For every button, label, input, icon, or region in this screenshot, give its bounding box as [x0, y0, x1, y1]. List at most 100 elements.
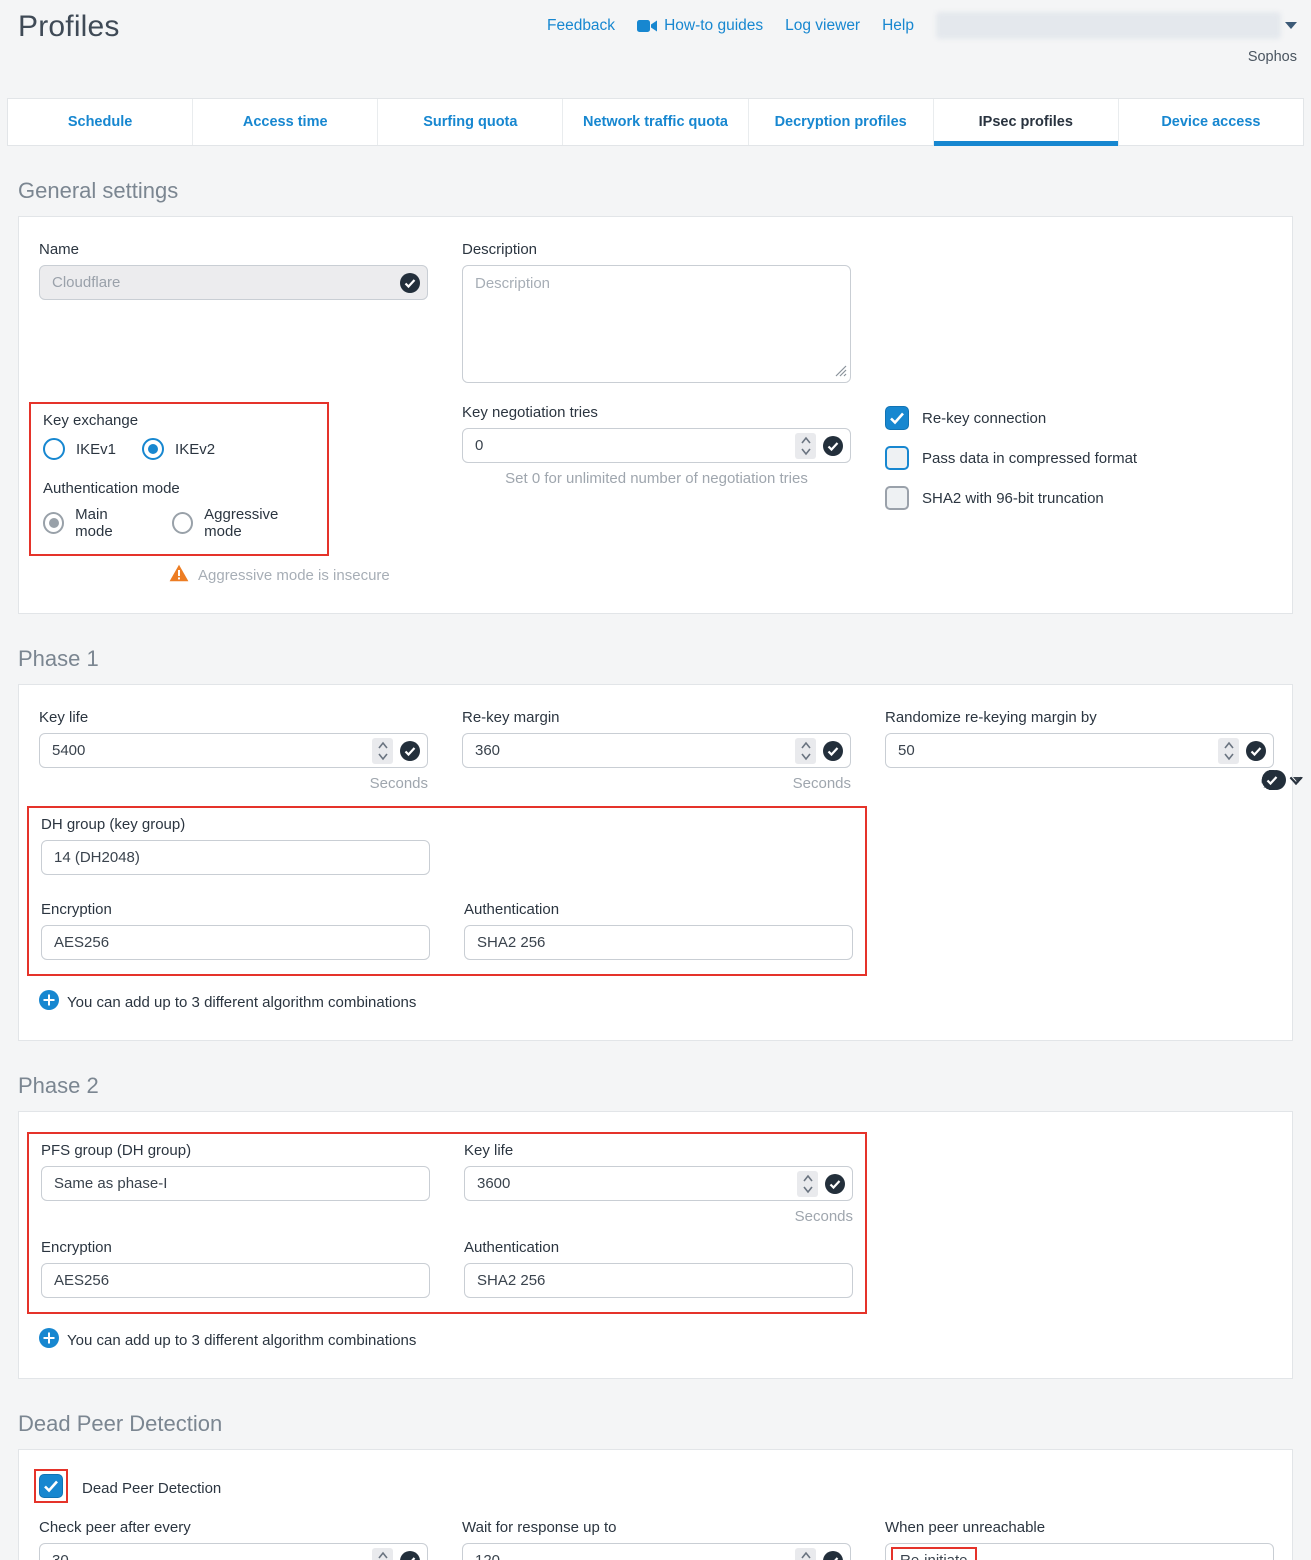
- highlight-box-reinitiate: Re-initiate: [891, 1547, 977, 1560]
- tab-decryption-profiles[interactable]: Decryption profiles: [749, 99, 934, 145]
- name-input[interactable]: [39, 265, 428, 300]
- p1-encryption-label: Encryption: [41, 901, 430, 918]
- p1-rekey-margin-unit: Seconds: [462, 775, 851, 792]
- dpd-enable-label: Dead Peer Detection: [82, 1480, 221, 1497]
- p1-randomize-input[interactable]: [885, 733, 1274, 768]
- phase1-heading: Phase 1: [18, 646, 1293, 672]
- p2-pfs-group-label: PFS group (DH group): [41, 1142, 430, 1159]
- number-stepper[interactable]: [795, 1548, 816, 1560]
- radio-selected-icon: [142, 438, 164, 460]
- check-badge-icon: [825, 1174, 845, 1194]
- check-badge-icon: [400, 1551, 420, 1560]
- dpd-wait-response-label: Wait for response up to: [462, 1519, 851, 1536]
- plus-icon: [39, 1328, 59, 1352]
- rekey-connection-checkbox-row[interactable]: Re-key connection: [885, 406, 1274, 430]
- aggressive-mode-warning: Aggressive mode is insecure: [198, 567, 390, 584]
- number-stepper[interactable]: [797, 1171, 818, 1197]
- p1-rekey-margin-input[interactable]: [462, 733, 851, 768]
- check-badge-icon: [823, 741, 843, 761]
- p2-add-combination[interactable]: You can add up to 3 different algorithm …: [39, 1328, 1272, 1352]
- check-badge-icon: [1246, 741, 1266, 761]
- dpd-panel: Dead Peer Detection Check peer after eve…: [18, 1449, 1293, 1560]
- p1-authentication-label: Authentication: [464, 901, 853, 918]
- p2-authentication-label: Authentication: [464, 1239, 853, 1256]
- p1-rekey-margin-label: Re-key margin: [462, 709, 851, 726]
- radio-aggressive-mode[interactable]: Aggressive mode: [172, 506, 315, 540]
- radio-ikev1[interactable]: IKEv1: [43, 438, 116, 460]
- help-link[interactable]: Help: [882, 17, 914, 35]
- check-badge-icon: [823, 436, 843, 456]
- radio-selected-icon: [43, 512, 64, 534]
- tab-bar: Schedule Access time Surfing quota Netwo…: [7, 98, 1304, 146]
- radio-main-mode[interactable]: Main mode: [43, 506, 146, 540]
- plus-icon: [39, 990, 59, 1014]
- how-to-guides-link[interactable]: How-to guides: [637, 17, 763, 35]
- tab-access-time[interactable]: Access time: [193, 99, 378, 145]
- p1-add-combination[interactable]: You can add up to 3 different algorithm …: [39, 990, 1272, 1014]
- number-stepper[interactable]: [795, 433, 816, 459]
- p1-randomize-label: Randomize re-keying margin by: [885, 709, 1274, 726]
- name-label: Name: [39, 241, 428, 258]
- radio-icon: [172, 512, 193, 534]
- check-badge-icon: [1262, 770, 1282, 790]
- tab-schedule[interactable]: Schedule: [8, 99, 193, 145]
- p1-encryption-select[interactable]: AES256: [41, 925, 430, 960]
- dpd-when-unreachable-select[interactable]: Re-initiate: [885, 1543, 1274, 1560]
- p2-authentication-select[interactable]: SHA2 256: [464, 1263, 853, 1298]
- p2-encryption-label: Encryption: [41, 1239, 430, 1256]
- warning-icon: [169, 564, 189, 587]
- p2-key-life-input[interactable]: [464, 1166, 853, 1201]
- tab-network-traffic-quota[interactable]: Network traffic quota: [563, 99, 748, 145]
- dpd-heading: Dead Peer Detection: [18, 1411, 1293, 1437]
- p1-authentication-select[interactable]: SHA2 256: [464, 925, 853, 960]
- auth-mode-radio-group: Main mode Aggressive mode: [43, 506, 315, 540]
- number-stepper[interactable]: [1218, 738, 1239, 764]
- radio-ikev2[interactable]: IKEv2: [142, 438, 215, 460]
- tab-device-access[interactable]: Device access: [1119, 99, 1303, 145]
- key-exchange-radio-group: IKEv1 IKEv2: [43, 438, 315, 460]
- highlight-box-dpd-checkbox: [34, 1469, 68, 1503]
- p1-key-life-input[interactable]: [39, 733, 428, 768]
- log-viewer-link[interactable]: Log viewer: [785, 17, 860, 35]
- phase2-panel: PFS group (DH group) Same as phase-I Key…: [18, 1111, 1293, 1379]
- p1-key-life-label: Key life: [39, 709, 428, 726]
- key-negotiation-help: Set 0 for unlimited number of negotiatio…: [462, 470, 851, 487]
- key-negotiation-label: Key negotiation tries: [462, 404, 851, 421]
- general-settings-heading: General settings: [18, 178, 1293, 204]
- p1-dh-group-label: DH group (key group): [41, 816, 430, 833]
- p2-key-life-label: Key life: [464, 1142, 853, 1159]
- header-right: Feedback How-to guides Log viewer Help S…: [547, 12, 1297, 65]
- dpd-check-peer-label: Check peer after every: [39, 1519, 428, 1536]
- p1-key-life-unit: Seconds: [39, 775, 428, 792]
- dpd-check-peer-input[interactable]: [39, 1543, 428, 1560]
- key-exchange-label: Key exchange: [43, 412, 315, 429]
- highlight-box-phase2-algorithms: PFS group (DH group) Same as phase-I Key…: [27, 1132, 867, 1314]
- video-camera-icon: [637, 19, 657, 33]
- number-stepper[interactable]: [795, 738, 816, 764]
- number-stepper[interactable]: [372, 1548, 393, 1560]
- sha2-truncation-checkbox-row[interactable]: SHA2 with 96-bit truncation: [885, 486, 1274, 510]
- header-links: Feedback How-to guides Log viewer Help: [547, 12, 1297, 39]
- p2-pfs-group-select[interactable]: Same as phase-I: [41, 1166, 430, 1201]
- description-label: Description: [462, 241, 851, 258]
- check-badge-icon: [823, 1551, 843, 1560]
- header: Profiles Feedback How-to guides Log view…: [0, 0, 1311, 98]
- tab-surfing-quota[interactable]: Surfing quota: [378, 99, 563, 145]
- check-badge-icon: [400, 741, 420, 761]
- number-stepper[interactable]: [372, 738, 393, 764]
- dpd-checkbox[interactable]: [39, 1474, 63, 1498]
- p1-dh-group-select[interactable]: 14 (DH2048): [41, 840, 430, 875]
- checkbox-checked-icon: [885, 406, 909, 430]
- account-menu[interactable]: [936, 12, 1297, 39]
- description-textarea[interactable]: [462, 265, 851, 383]
- dpd-wait-response-input[interactable]: [462, 1543, 851, 1560]
- tab-ipsec-profiles[interactable]: IPsec profiles: [934, 99, 1119, 145]
- chevron-down-icon: [1289, 772, 1303, 789]
- feedback-link[interactable]: Feedback: [547, 17, 615, 35]
- p2-encryption-select[interactable]: AES256: [41, 1263, 430, 1298]
- check-badge-icon: [400, 273, 420, 293]
- key-negotiation-input[interactable]: [462, 428, 851, 463]
- pass-data-compressed-checkbox-row[interactable]: Pass data in compressed format: [885, 446, 1274, 470]
- general-settings-panel: Name Description Ke: [18, 216, 1293, 614]
- highlight-box-phase1-algorithms: DH group (key group) 14 (DH2048) Encrypt…: [27, 806, 867, 976]
